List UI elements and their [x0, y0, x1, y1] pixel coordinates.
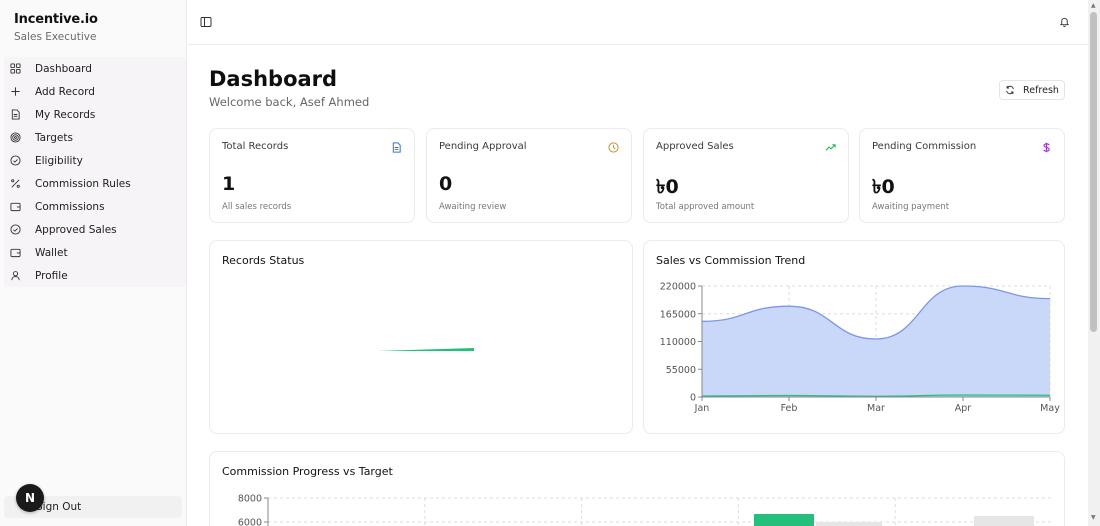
sidebar-item-add-record[interactable]: Add Record	[4, 80, 186, 103]
grid-icon	[9, 63, 21, 75]
welcome-text: Welcome back, Asef Ahmed	[209, 95, 370, 109]
y-tick-label: 8000	[238, 494, 262, 505]
sidebar-item-label: Profile	[35, 269, 68, 282]
sidebar-nav: Dashboard Add Record My Records Targets …	[4, 57, 186, 287]
plus-icon	[9, 86, 21, 98]
x-tick-label: Jan	[694, 403, 710, 414]
sidebar-item-label: Approved Sales	[35, 223, 117, 236]
sidebar-item-label: Add Record	[35, 85, 95, 98]
sidebar-item-commissions[interactable]: Commissions	[4, 195, 186, 218]
pie-slice	[376, 348, 474, 351]
card-title: Pending Approval	[439, 141, 527, 152]
sidebar-item-commission-rules[interactable]: Commission Rules	[4, 172, 186, 195]
stat-card-pending-commission: Pending Commission ৳0 Awaiting payment	[859, 128, 1065, 223]
sidebar-item-label: Eligibility	[35, 154, 83, 167]
sidebar-item-eligibility[interactable]: Eligibility	[4, 149, 186, 172]
sidebar-item-wallet[interactable]: Wallet	[4, 241, 186, 264]
clock-icon	[608, 142, 619, 153]
check-circle-icon	[9, 224, 21, 236]
wallet-icon	[9, 247, 21, 259]
stat-card-approved-sales: Approved Sales ৳0 Total approved amount	[643, 128, 849, 223]
page-title: Dashboard	[209, 67, 338, 91]
scroll-down-icon[interactable]: ▼	[1091, 514, 1096, 521]
sidebar-item-label: Commission Rules	[35, 177, 131, 190]
sidebar-item-label: Commissions	[35, 200, 105, 213]
card-title: Approved Sales	[656, 141, 734, 152]
sidebar-toggle-icon[interactable]	[200, 16, 212, 28]
card-subtitle: Total approved amount	[656, 202, 755, 212]
trend-chart: 0 55000 110000 165000 220000 Jan Feb Mar Apr May	[660, 282, 1060, 415]
target-icon	[9, 132, 21, 144]
x-tick-label: May	[1040, 403, 1060, 414]
app-name: Incentive.io	[14, 12, 98, 27]
card-title: Total Records	[222, 141, 289, 152]
page-scrollbar[interactable]: ▲ ▼	[1088, 0, 1100, 526]
sidebar-item-label: Targets	[35, 131, 73, 144]
sidebar-item-label: Dashboard	[35, 62, 92, 75]
file-icon	[9, 109, 21, 121]
card-value: 0	[439, 173, 453, 195]
sidebar-item-dashboard[interactable]: Dashboard	[4, 57, 186, 80]
card-subtitle: Awaiting payment	[872, 202, 950, 212]
y-tick-label: 220000	[660, 282, 696, 293]
user-role: Sales Executive	[14, 31, 97, 43]
y-tick-label: 165000	[660, 309, 696, 320]
file-icon	[392, 142, 401, 153]
bar-achieved	[754, 514, 814, 526]
card-title: Pending Commission	[872, 141, 977, 152]
sidebar-item-my-records[interactable]: My Records	[4, 103, 186, 126]
scroll-thumb[interactable]	[1090, 12, 1097, 332]
percent-icon	[9, 178, 21, 190]
records-status-chart	[376, 348, 474, 351]
user-icon	[9, 270, 21, 282]
y-tick-label: 0	[690, 393, 696, 404]
refresh-icon	[1006, 85, 1014, 95]
sidebar-item-label: My Records	[35, 108, 96, 121]
stat-card-total-records: Total Records 1 All sales records	[209, 128, 415, 223]
sidebar-item-approved-sales[interactable]: Approved Sales	[4, 218, 186, 241]
y-tick-label: 55000	[666, 365, 696, 376]
commission-progress-panel: Commission Progress vs Target 8000 6000	[209, 451, 1065, 526]
refresh-button[interactable]: Refresh	[999, 80, 1065, 100]
card-subtitle: Awaiting review	[439, 202, 507, 212]
card-value: ৳0	[872, 176, 895, 198]
bar-target	[816, 522, 882, 526]
sidebar: Incentive.io Sales Executive Dashboard A…	[0, 0, 187, 526]
y-tick-label: 6000	[238, 518, 262, 526]
bell-icon[interactable]	[1059, 16, 1070, 27]
scroll-up-icon[interactable]: ▲	[1091, 2, 1096, 9]
sidebar-item-profile[interactable]: Profile	[4, 264, 186, 287]
sidebar-item-label: Wallet	[35, 246, 68, 259]
trending-up-icon	[825, 144, 836, 151]
commission-progress-chart: 8000 6000	[238, 494, 1052, 526]
card-subtitle: All sales records	[222, 202, 292, 212]
x-tick-label: Mar	[867, 403, 885, 414]
dollar-icon	[1043, 142, 1050, 153]
avatar[interactable]: N	[16, 484, 44, 512]
area-fill	[702, 286, 1050, 397]
wallet-icon	[9, 201, 21, 213]
y-tick-label: 110000	[660, 337, 696, 348]
check-circle-icon	[9, 155, 21, 167]
refresh-label: Refresh	[1023, 84, 1059, 96]
top-bar	[188, 0, 1088, 45]
card-value: 1	[222, 173, 236, 195]
x-tick-label: Apr	[955, 403, 972, 414]
x-tick-label: Feb	[781, 403, 798, 414]
stat-card-pending-approval: Pending Approval 0 Awaiting review	[426, 128, 632, 223]
sidebar-item-targets[interactable]: Targets	[4, 126, 186, 149]
bar-target	[974, 516, 1034, 526]
trend-panel: Sales vs Commission Trend 0 55000 110000 16…	[643, 240, 1065, 434]
card-value: ৳0	[656, 176, 679, 198]
records-status-panel: Records Status	[209, 240, 633, 434]
